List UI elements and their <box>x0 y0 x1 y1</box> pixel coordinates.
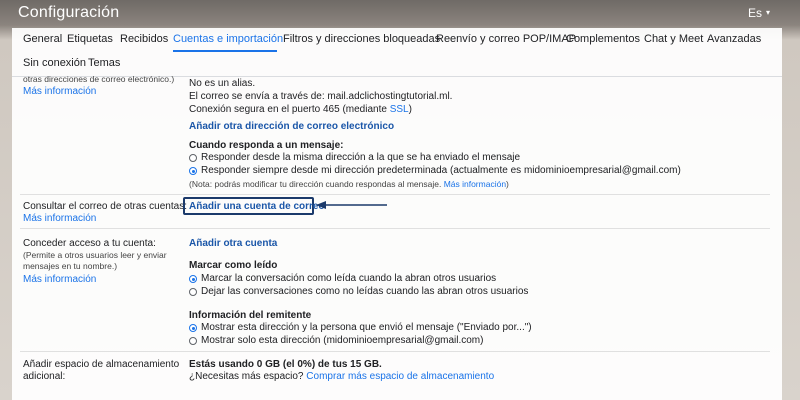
buy-storage-link[interactable]: Comprar más espacio de almacenamiento <box>306 371 494 382</box>
active-tab-indicator <box>173 50 277 52</box>
arrow-left-icon <box>316 201 387 209</box>
grant-access-desc-2: mensajes en tu nombre.) <box>23 261 118 271</box>
chevron-down-icon: ▾ <box>765 8 770 17</box>
settings-tabs: General Etiquetas Recibidos Cuentas e im… <box>12 28 782 77</box>
section-divider <box>20 194 770 195</box>
show-address-only-label: Mostrar solo esta dirección (midominioem… <box>201 335 484 346</box>
not-alias-text: No es un alias. <box>189 78 256 89</box>
tab-filtros[interactable]: Filtros y direcciones bloqueadas <box>283 33 440 45</box>
sender-info-heading: Información del remitente <box>189 310 312 321</box>
show-sender-label: Mostrar esta dirección y la persona que … <box>201 322 532 333</box>
storage-need-more: ¿Necesitas más espacio? Comprar más espa… <box>189 371 495 382</box>
top-bar: Configuración Es ▾ <box>0 0 800 28</box>
show-address-only-radio[interactable] <box>189 337 197 345</box>
tab-temas[interactable]: Temas <box>88 57 120 69</box>
tab-etiquetas[interactable]: Etiquetas <box>67 33 113 45</box>
reply-same-address-label: Responder desde la misma dirección a la … <box>201 152 521 163</box>
grant-access-label: Conceder acceso a tu cuenta: <box>23 238 156 249</box>
send-as-label-partial: otras direcciones de correo electrónico.… <box>23 74 175 84</box>
tab-chat-meet[interactable]: Chat y Meet <box>644 33 703 45</box>
storage-usage: Estás usando 0 GB (el 0%) de tus 15 GB. <box>189 359 382 370</box>
language-label: Es <box>747 6 762 20</box>
reply-default-address-label: Responder siempre desde mi dirección pre… <box>201 165 681 176</box>
page-title: Configuración <box>18 4 120 21</box>
reply-same-address-radio[interactable] <box>189 154 197 162</box>
check-mail-more-info-link[interactable]: Más información <box>23 213 96 224</box>
tab-complementos[interactable]: Complementos <box>566 33 640 45</box>
reply-default-address-radio[interactable] <box>189 167 197 175</box>
add-mail-account-link[interactable]: Añadir una cuenta de correo <box>189 201 325 212</box>
mark-read-label: Marcar la conversación como leída cuando… <box>201 273 497 284</box>
tab-sin-conexion[interactable]: Sin conexión <box>23 57 86 69</box>
tab-avanzadas[interactable]: Avanzadas <box>707 33 761 45</box>
language-selector[interactable]: Es ▾ <box>748 6 770 20</box>
storage-label-2: adicional: <box>23 371 66 382</box>
add-another-account-link[interactable]: Añadir otra cuenta <box>189 238 277 249</box>
leave-unread-radio[interactable] <box>189 288 197 296</box>
tab-cuentas-importacion[interactable]: Cuentas e importación <box>173 33 283 45</box>
grant-access-more-info-link[interactable]: Más información <box>23 274 96 285</box>
secure-connection-text: Conexión segura en el puerto 465 (median… <box>189 104 412 115</box>
leave-unread-label: Dejar las conversaciones como no leídas … <box>201 286 529 297</box>
show-sender-radio[interactable] <box>189 324 197 332</box>
section-divider <box>20 228 770 229</box>
section-divider <box>20 351 770 352</box>
check-mail-label: Consultar el correo de otras cuentas: <box>23 201 187 212</box>
mark-read-heading: Marcar como leído <box>189 260 278 271</box>
reply-note-more-info-link[interactable]: Más información <box>444 179 506 189</box>
tab-recibidos[interactable]: Recibidos <box>120 33 168 45</box>
send-as-more-info-link[interactable]: Más información <box>23 86 96 97</box>
tab-reenvio-pop-imap[interactable]: Reenvío y correo POP/IMAP <box>436 33 576 45</box>
storage-label-1: Añadir espacio de almacenamiento <box>23 359 180 370</box>
mark-read-radio[interactable] <box>189 275 197 283</box>
reply-note: (Nota: podrás modificar tu dirección cua… <box>189 179 509 189</box>
sent-via-text: El correo se envía a través de: mail.adc… <box>189 91 453 102</box>
reply-heading: Cuando responda a un mensaje: <box>189 140 344 151</box>
ssl-link[interactable]: SSL <box>390 104 409 115</box>
grant-access-desc-1: (Permite a otros usuarios leer y enviar <box>23 250 167 260</box>
settings-panel: General Etiquetas Recibidos Cuentas e im… <box>12 28 782 400</box>
add-email-address-link[interactable]: Añadir otra dirección de correo electrón… <box>189 121 394 132</box>
tab-general[interactable]: General <box>23 33 62 45</box>
